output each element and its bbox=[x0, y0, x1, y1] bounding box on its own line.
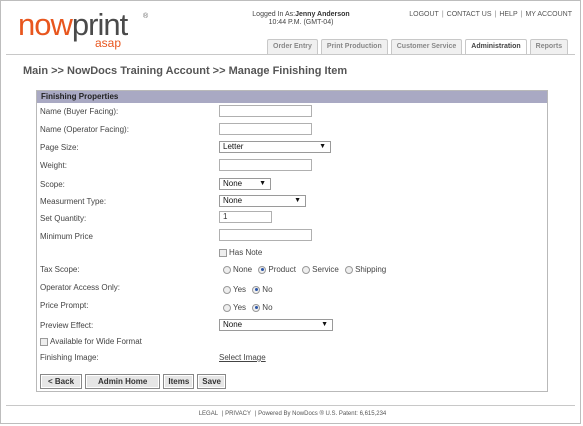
tax-scope-radio-group: None Product Service Shipping bbox=[223, 265, 390, 274]
logged-in-info: Logged In As:Jenny Anderson 10:44 P.M. (… bbox=[251, 11, 351, 27]
tax-scope-none-option[interactable]: None bbox=[223, 265, 252, 274]
action-buttons: < Back Admin Home Items Save bbox=[40, 374, 229, 389]
radio-selected-icon[interactable] bbox=[252, 285, 261, 294]
powered-by-text: Powered By NowDocs ® U.S. Patent: 6,615,… bbox=[258, 411, 387, 417]
top-links: LOGOUT | CONTACT US | HELP | MY ACCOUNT bbox=[409, 11, 572, 18]
tab-order-entry[interactable]: Order Entry bbox=[267, 39, 318, 54]
wide-format-checkbox[interactable] bbox=[40, 337, 48, 346]
label-scope: Scope: bbox=[40, 180, 65, 189]
label-page-size: Page Size: bbox=[40, 143, 79, 152]
label-measurement-type: Measurment Type: bbox=[40, 197, 107, 206]
breadcrumb: Main >> NowDocs Training Account >> Mana… bbox=[23, 65, 348, 77]
footer-divider bbox=[6, 405, 575, 406]
operator-access-no-option[interactable]: No bbox=[252, 285, 273, 294]
chevron-down-icon: ▼ bbox=[319, 143, 326, 150]
radio-icon[interactable] bbox=[302, 265, 311, 274]
back-button[interactable]: < Back bbox=[40, 374, 83, 389]
has-note-checkbox[interactable] bbox=[219, 248, 227, 257]
label-name-buyer: Name (Buyer Facing): bbox=[40, 107, 119, 116]
weight-input[interactable] bbox=[219, 159, 312, 171]
page-size-value: Letter bbox=[223, 142, 244, 151]
legal-link[interactable]: LEGAL bbox=[199, 411, 218, 417]
label-weight: Weight: bbox=[40, 161, 67, 170]
has-note-label: Has Note bbox=[229, 248, 263, 257]
contact-us-link[interactable]: CONTACT US bbox=[447, 11, 492, 18]
logged-in-prefix: Logged In As: bbox=[252, 11, 296, 18]
label-preview-effect: Preview Effect: bbox=[40, 321, 94, 330]
measurement-type-select[interactable]: None ▼ bbox=[219, 195, 306, 207]
tax-scope-service-option[interactable]: Service bbox=[302, 265, 339, 274]
price-prompt-no-option[interactable]: No bbox=[252, 303, 273, 312]
tab-print-production[interactable]: Print Production bbox=[320, 39, 388, 54]
radio-selected-icon[interactable] bbox=[252, 303, 261, 312]
scope-select[interactable]: None ▼ bbox=[219, 178, 271, 190]
chevron-down-icon: ▼ bbox=[294, 197, 301, 204]
save-button[interactable]: Save bbox=[197, 374, 226, 389]
label-minimum-price: Minimum Price bbox=[40, 232, 93, 241]
items-button[interactable]: Items bbox=[163, 374, 195, 389]
logo-subtitle: asap bbox=[95, 36, 122, 50]
tax-scope-product-option[interactable]: Product bbox=[258, 265, 296, 274]
privacy-link[interactable]: PRIVACY bbox=[225, 411, 251, 417]
radio-icon[interactable] bbox=[345, 265, 354, 274]
radio-icon[interactable] bbox=[223, 303, 231, 312]
price-prompt-yes-option[interactable]: Yes bbox=[223, 303, 246, 312]
scope-value: None bbox=[223, 179, 243, 188]
page-frame: nowprint ® asap Logged In As:Jenny Ander… bbox=[0, 0, 581, 424]
footer: LEGAL | PRIVACY | Powered By NowDocs ® U.S… bbox=[198, 411, 387, 417]
help-link[interactable]: HELP bbox=[499, 11, 517, 18]
set-quantity-input[interactable]: 1 bbox=[219, 211, 272, 223]
name-operator-input[interactable] bbox=[219, 123, 312, 135]
minimum-price-input[interactable] bbox=[219, 229, 312, 241]
label-set-quantity: Set Quantity: bbox=[40, 214, 87, 223]
name-buyer-input[interactable] bbox=[219, 105, 312, 117]
preview-effect-value: None bbox=[223, 320, 243, 329]
label-price-prompt: Price Prompt: bbox=[40, 301, 89, 310]
radio-icon[interactable] bbox=[223, 265, 231, 274]
logo-now: now bbox=[18, 7, 73, 42]
tab-reports[interactable]: Reports bbox=[529, 39, 569, 54]
header-divider bbox=[6, 54, 575, 55]
operator-access-radio-group: Yes No bbox=[223, 285, 277, 294]
radio-icon[interactable] bbox=[223, 285, 231, 294]
chevron-down-icon: ▼ bbox=[259, 180, 266, 187]
price-prompt-radio-group: Yes No bbox=[223, 303, 277, 312]
page-size-select[interactable]: Letter ▼ bbox=[219, 141, 331, 153]
tax-scope-shipping-option[interactable]: Shipping bbox=[345, 265, 386, 274]
current-time: 10:44 P.M. (GMT-04) bbox=[268, 19, 334, 26]
operator-access-yes-option[interactable]: Yes bbox=[223, 285, 246, 294]
chevron-down-icon: ▼ bbox=[321, 321, 328, 328]
logo-registered-mark: ® bbox=[143, 13, 149, 20]
logout-link[interactable]: LOGOUT bbox=[409, 11, 439, 18]
measurement-type-value: None bbox=[223, 196, 243, 205]
label-tax-scope: Tax Scope: bbox=[40, 265, 80, 274]
tab-administration[interactable]: Administration bbox=[465, 39, 527, 54]
finishing-properties-panel: Finishing Properties Name (Buyer Facing)… bbox=[36, 90, 548, 392]
has-note-checkbox-row[interactable]: Has Note bbox=[219, 248, 262, 257]
my-account-link[interactable]: MY ACCOUNT bbox=[525, 11, 572, 18]
preview-effect-select[interactable]: None ▼ bbox=[219, 319, 333, 331]
main-tabs: Order Entry Print Production Customer Se… bbox=[267, 39, 571, 54]
user-name: Jenny Anderson bbox=[295, 11, 350, 18]
label-operator-access: Operator Access Only: bbox=[40, 283, 121, 292]
label-name-operator: Name (Operator Facing): bbox=[40, 125, 129, 134]
select-image-link[interactable]: Select Image bbox=[219, 353, 266, 362]
tab-customer-service[interactable]: Customer Service bbox=[390, 39, 463, 54]
nowprint-logo[interactable]: nowprint ® asap bbox=[18, 7, 148, 50]
label-finishing-image: Finishing Image: bbox=[40, 353, 99, 362]
panel-title: Finishing Properties bbox=[37, 91, 547, 103]
wide-format-label: Available for Wide Format bbox=[50, 337, 142, 346]
admin-home-button[interactable]: Admin Home bbox=[85, 374, 161, 389]
wide-format-checkbox-row[interactable]: Available for Wide Format bbox=[40, 337, 142, 346]
radio-selected-icon[interactable] bbox=[258, 265, 267, 274]
